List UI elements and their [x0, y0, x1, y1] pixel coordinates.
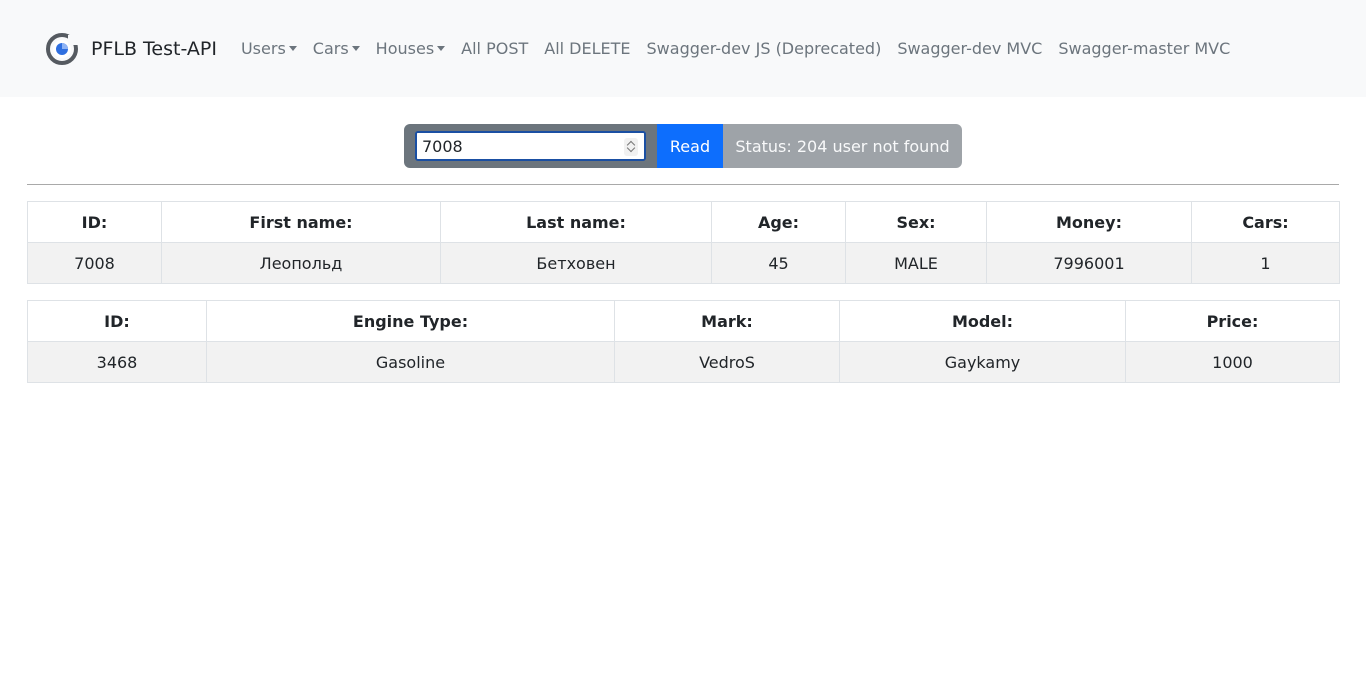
- input-wrapper: 7008: [404, 124, 657, 168]
- column-header: Mark:: [614, 300, 840, 342]
- table-cell: VedroS: [614, 341, 840, 383]
- nav-all-post[interactable]: All POST: [453, 39, 536, 58]
- column-header: Sex:: [845, 201, 987, 243]
- user-table-header-row: ID: First name: Last name: Age: Sex: Mon…: [27, 201, 1340, 243]
- input-group: 7008 Read Status: 204 user not found: [404, 124, 962, 168]
- column-header: Engine Type:: [206, 300, 615, 342]
- nav-users-dropdown[interactable]: Users: [233, 39, 305, 58]
- table-cell: Gasoline: [206, 341, 615, 383]
- status-message: Status: 204 user not found: [723, 124, 962, 168]
- cars-table: ID: Engine Type: Mark: Model: Price: 346…: [27, 300, 1340, 383]
- user-table: ID: First name: Last name: Age: Sex: Mon…: [27, 201, 1340, 284]
- nav-links: Users Cars Houses All POST All DELETE Sw…: [233, 39, 1238, 58]
- caret-down-icon: [351, 46, 360, 51]
- table-row: 7008 Леопольд Бетховен 45 MALE 7996001 1: [27, 242, 1340, 284]
- table-cell: 3468: [27, 341, 207, 383]
- brand-title: PFLB Test-API: [91, 37, 217, 60]
- caret-down-icon: [437, 46, 446, 51]
- user-id-input[interactable]: 7008: [415, 131, 646, 161]
- column-header: Last name:: [440, 201, 712, 243]
- table-cell: MALE: [845, 242, 987, 284]
- read-button[interactable]: Read: [657, 124, 723, 168]
- nav-all-delete[interactable]: All DELETE: [536, 39, 638, 58]
- table-cell: 7008: [27, 242, 162, 284]
- table-cell: Леопольд: [161, 242, 441, 284]
- nav-houses-dropdown[interactable]: Houses: [368, 39, 453, 58]
- nav-swagger-dev-mvc[interactable]: Swagger-dev MVC: [889, 39, 1050, 58]
- number-spinner[interactable]: [624, 138, 638, 156]
- pflb-logo-icon: [46, 32, 78, 65]
- column-header: Age:: [711, 201, 846, 243]
- table-cell: 1: [1191, 242, 1340, 284]
- cars-table-header-row: ID: Engine Type: Mark: Model: Price:: [27, 300, 1340, 342]
- top-navbar: PFLB Test-API Users Cars Houses All POST…: [0, 0, 1366, 97]
- table-cell: 7996001: [986, 242, 1192, 284]
- nav-cars-dropdown[interactable]: Cars: [305, 39, 368, 58]
- column-header: Money:: [986, 201, 1192, 243]
- column-header: Cars:: [1191, 201, 1340, 243]
- table-cell: 1000: [1125, 341, 1340, 383]
- nav-swagger-dev-js[interactable]: Swagger-dev JS (Deprecated): [639, 39, 890, 58]
- table-cell: Gaykamy: [839, 341, 1126, 383]
- caret-down-icon: [288, 46, 297, 51]
- nav-users-label: Users: [240, 39, 286, 58]
- column-header: ID:: [27, 300, 207, 342]
- user-id-value: 7008: [422, 136, 463, 156]
- column-header: ID:: [27, 201, 162, 243]
- brand-link[interactable]: PFLB Test-API: [46, 32, 217, 65]
- nav-houses-label: Houses: [375, 39, 435, 58]
- column-header: Price:: [1125, 300, 1340, 342]
- divider: [27, 184, 1339, 185]
- table-row: 3468 Gasoline VedroS Gaykamy 1000: [27, 341, 1340, 383]
- nav-swagger-master-mvc[interactable]: Swagger-master MVC: [1050, 39, 1238, 58]
- table-cell: Бетховен: [440, 242, 712, 284]
- read-controls: 7008 Read Status: 204 user not found: [0, 124, 1366, 168]
- nav-cars-label: Cars: [312, 39, 349, 58]
- column-header: First name:: [161, 201, 441, 243]
- column-header: Model:: [839, 300, 1126, 342]
- table-cell: 45: [711, 242, 846, 284]
